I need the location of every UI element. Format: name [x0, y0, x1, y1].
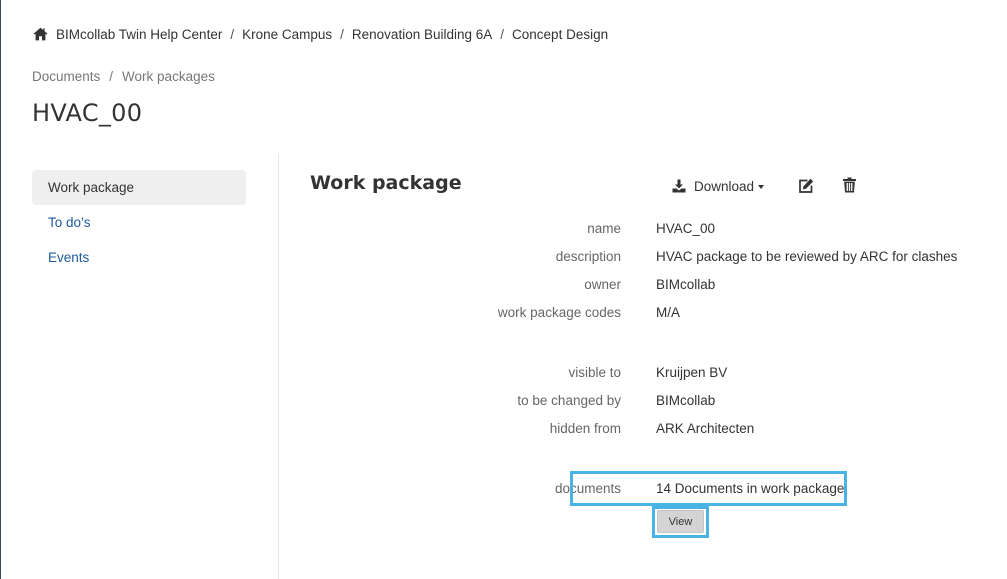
- field-row-name: name HVAC_00: [480, 221, 980, 239]
- window-left-edge: [0, 0, 1, 579]
- field-value: ARK Architecten: [656, 421, 755, 436]
- field-label: owner: [584, 277, 621, 292]
- field-row-description: description HVAC package to be reviewed …: [480, 249, 980, 267]
- breadcrumb-item-help-center[interactable]: BIMcollab Twin Help Center: [56, 27, 222, 42]
- trash-icon: [843, 177, 856, 193]
- chevron-down-icon: [758, 184, 765, 189]
- page-title: HVAC_00: [32, 99, 143, 127]
- section-title: Work package: [310, 172, 462, 194]
- field-label: to be changed by: [517, 393, 621, 408]
- documents-highlight: [570, 471, 847, 506]
- field-label: work package codes: [497, 305, 621, 320]
- home-icon[interactable]: [33, 27, 48, 41]
- field-value: BIMcollab: [656, 277, 716, 292]
- field-row-visible-to: visible to Kruijpen BV: [480, 365, 980, 383]
- sidebar-item-work-package[interactable]: Work package: [32, 170, 246, 205]
- edit-button[interactable]: [798, 178, 814, 194]
- sidebar: Work package To do’s Events: [32, 170, 246, 275]
- field-row-to-be-changed-by: to be changed by BIMcollab: [480, 393, 980, 411]
- breadcrumb-separator: /: [340, 26, 344, 42]
- download-label: Download: [694, 178, 755, 194]
- field-value: HVAC package to be reviewed by ARC for c…: [656, 249, 958, 264]
- download-icon: [672, 179, 686, 193]
- sidebar-item-todos[interactable]: To do’s: [32, 205, 246, 240]
- breadcrumb-item-krone-campus[interactable]: Krone Campus: [242, 27, 332, 42]
- field-label: hidden from: [549, 421, 621, 436]
- field-row-owner: owner BIMcollab: [480, 277, 980, 295]
- breadcrumb: BIMcollab Twin Help Center / Krone Campu…: [33, 25, 608, 43]
- subcrumb-item-work-packages[interactable]: Work packages: [122, 69, 215, 84]
- vertical-divider: [278, 154, 279, 579]
- field-row-work-package-codes: work package codes M/A: [480, 305, 980, 323]
- edit-icon: [799, 178, 814, 193]
- subcrumb-separator: /: [109, 69, 114, 84]
- breadcrumb-item-renovation-building[interactable]: Renovation Building 6A: [352, 27, 492, 42]
- field-label: visible to: [568, 365, 621, 380]
- download-button[interactable]: Download: [672, 177, 765, 195]
- field-row-hidden-from: hidden from ARK Architecten: [480, 421, 980, 439]
- breadcrumb-separator: /: [230, 26, 235, 42]
- field-label: description: [555, 249, 621, 264]
- view-documents-button[interactable]: View: [657, 510, 704, 533]
- sidebar-item-events[interactable]: Events: [32, 240, 246, 275]
- field-value: Kruijpen BV: [656, 365, 728, 380]
- breadcrumb-item-concept-design[interactable]: Concept Design: [512, 27, 608, 42]
- field-label: name: [587, 221, 621, 236]
- sub-breadcrumb: Documents / Work packages: [32, 69, 215, 84]
- field-value: HVAC_00: [656, 221, 716, 236]
- subcrumb-item-documents[interactable]: Documents: [32, 69, 100, 84]
- breadcrumb-separator: /: [500, 26, 505, 42]
- field-value: BIMcollab: [656, 393, 716, 408]
- field-value: M/A: [656, 305, 681, 320]
- delete-button[interactable]: [843, 177, 856, 193]
